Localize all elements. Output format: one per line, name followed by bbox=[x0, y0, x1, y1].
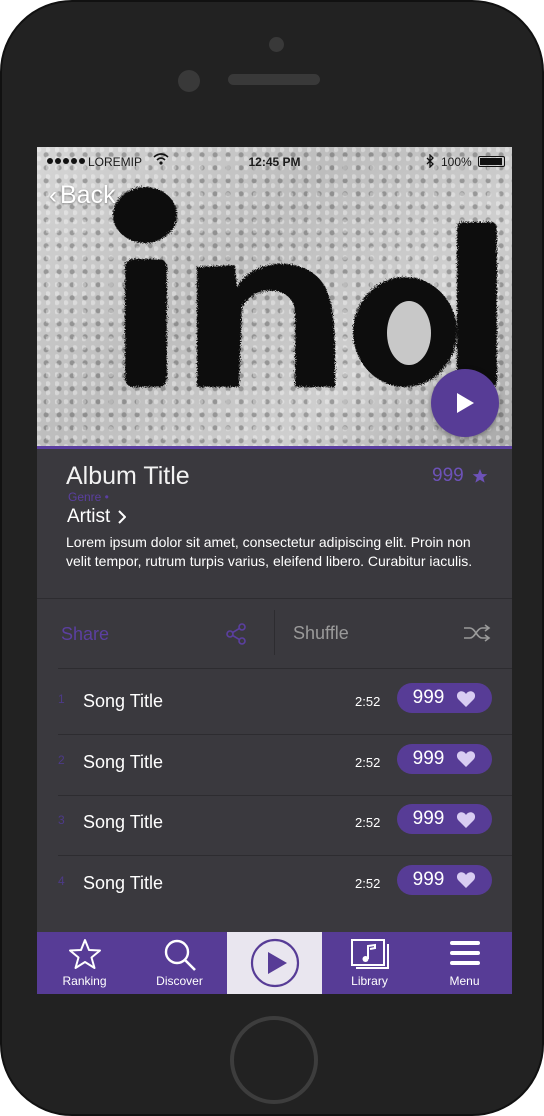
proximity-sensor bbox=[178, 70, 200, 92]
share-icon[interactable] bbox=[225, 623, 247, 645]
play-album-button[interactable] bbox=[431, 369, 499, 437]
song-row[interactable]: 3 Song Title 2:52 999 bbox=[37, 795, 512, 855]
play-circle-icon bbox=[250, 938, 299, 988]
shuffle-icon[interactable] bbox=[463, 624, 491, 642]
song-number: 4 bbox=[58, 873, 65, 888]
rating-value: 999 bbox=[432, 465, 464, 486]
album-title: Album Title bbox=[66, 462, 190, 490]
tab-discover[interactable]: Discover bbox=[132, 932, 227, 994]
battery-icon bbox=[478, 156, 505, 167]
song-duration: 2:52 bbox=[355, 754, 381, 770]
artist-link[interactable]: Artist bbox=[67, 506, 127, 528]
heart-icon bbox=[457, 751, 476, 767]
chevron-left-icon: ‹ bbox=[49, 181, 57, 209]
song-duration: 2:52 bbox=[355, 815, 381, 830]
song-row[interactable]: 2 Song Title 2:52 999 bbox=[37, 735, 512, 795]
like-button[interactable]: 999 bbox=[397, 804, 492, 834]
song-title: Song Title bbox=[83, 872, 164, 893]
heart-icon bbox=[457, 872, 476, 888]
song-number: 2 bbox=[58, 752, 65, 767]
front-camera bbox=[269, 37, 284, 52]
status-bar: LOREMIP 12:45 PM 100% bbox=[37, 147, 512, 177]
song-number: 1 bbox=[58, 692, 65, 706]
like-count: 999 bbox=[412, 868, 445, 890]
home-button[interactable] bbox=[230, 1016, 318, 1104]
genre-label[interactable]: Genre • bbox=[68, 490, 109, 504]
album-description: Lorem ipsum dolor sit amet, consectetur … bbox=[66, 534, 473, 569]
song-duration: 2:52 bbox=[355, 875, 381, 891]
song-number: 3 bbox=[58, 813, 65, 827]
battery-percentage: 100% bbox=[441, 155, 472, 169]
phone-frame: LOREMIP 12:45 PM 100% ‹ Back Album Title… bbox=[0, 0, 544, 1116]
tab-menu[interactable]: Menu bbox=[417, 932, 512, 994]
section-divider bbox=[58, 668, 512, 669]
app-screen: LOREMIP 12:45 PM 100% ‹ Back Album Title… bbox=[37, 147, 512, 994]
back-button[interactable]: ‹ Back bbox=[49, 181, 116, 210]
song-title: Song Title bbox=[83, 812, 164, 832]
bluetooth-icon bbox=[426, 154, 434, 168]
tab-library[interactable]: Library bbox=[322, 932, 417, 994]
like-count: 999 bbox=[412, 808, 445, 829]
heart-icon bbox=[457, 690, 476, 707]
hamburger-menu-icon bbox=[449, 941, 480, 965]
tab-label: Library bbox=[351, 974, 388, 988]
song-duration: 2:52 bbox=[355, 694, 381, 709]
share-button[interactable]: Share bbox=[61, 624, 109, 645]
back-label: Back bbox=[60, 181, 116, 209]
shuffle-button[interactable]: Shuffle bbox=[293, 623, 349, 644]
tab-ranking[interactable]: Ranking bbox=[37, 932, 132, 994]
like-button[interactable]: 999 bbox=[397, 864, 492, 895]
album-rating[interactable]: 999 bbox=[432, 465, 488, 487]
like-count: 999 bbox=[412, 687, 445, 708]
tab-now-playing[interactable] bbox=[227, 932, 322, 994]
like-button[interactable]: 999 bbox=[397, 743, 492, 774]
like-button[interactable]: 999 bbox=[397, 683, 492, 713]
chevron-right-icon bbox=[118, 510, 127, 524]
tab-bar: Ranking Discover Library Menu bbox=[37, 932, 512, 994]
action-divider bbox=[274, 610, 275, 655]
section-divider bbox=[37, 598, 512, 599]
song-row[interactable]: 1 Song Title 2:52 999 bbox=[37, 674, 512, 734]
heart-icon bbox=[457, 811, 476, 828]
search-icon bbox=[164, 939, 196, 971]
artist-name: Artist bbox=[67, 506, 111, 527]
play-icon bbox=[457, 393, 474, 413]
tab-label: Menu bbox=[449, 974, 480, 988]
tab-label: Discover bbox=[156, 974, 203, 988]
album-artwork: LOREMIP 12:45 PM 100% ‹ Back bbox=[37, 147, 512, 447]
star-outline-icon bbox=[68, 939, 101, 969]
tab-label: Ranking bbox=[62, 974, 107, 988]
song-title: Song Title bbox=[83, 751, 164, 772]
hero-divider bbox=[37, 446, 512, 449]
like-count: 999 bbox=[412, 747, 445, 769]
library-icon bbox=[350, 939, 389, 969]
song-row[interactable]: 4 Song Title 2:52 999 bbox=[37, 856, 512, 916]
earpiece-speaker bbox=[228, 74, 320, 85]
song-title: Song Title bbox=[83, 691, 164, 711]
star-icon bbox=[472, 469, 488, 483]
